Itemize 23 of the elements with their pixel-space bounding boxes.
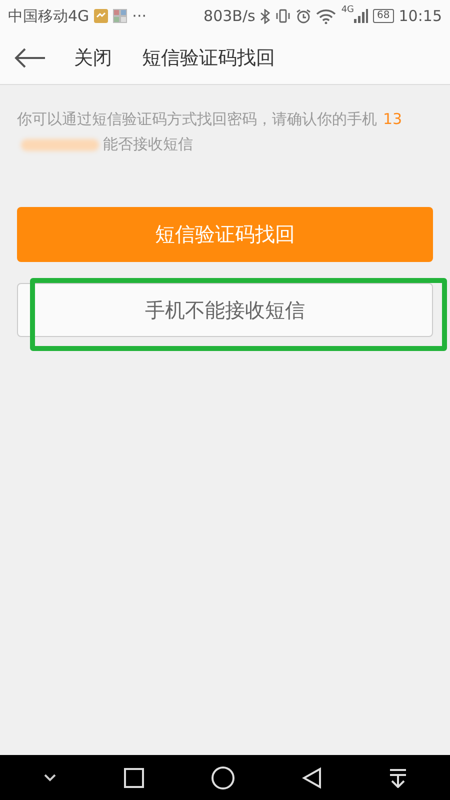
clock: 10:15: [398, 7, 442, 25]
instruction-text: 你可以通过短信验证码方式找回密码，请确认你的手机 13 能否接收短信: [17, 109, 404, 155]
notification-icon: [94, 9, 108, 23]
carrier-name: 中国移动4G: [8, 6, 90, 26]
vibrate-icon: [275, 9, 292, 23]
back-arrow-icon[interactable]: [14, 48, 46, 68]
network-type: 4G: [341, 5, 354, 15]
close-link[interactable]: 关闭: [74, 45, 112, 71]
notification-pull-icon[interactable]: [388, 768, 407, 788]
back-triangle-icon[interactable]: [302, 766, 322, 788]
square-icon[interactable]: [124, 768, 144, 788]
network-speed: 803B/s: [204, 7, 256, 25]
page-title: 短信验证码找回: [142, 46, 275, 71]
wifi-icon: [316, 8, 336, 24]
gallery-icon: [113, 9, 128, 23]
chevron-down-icon[interactable]: [43, 772, 58, 782]
alarm-icon: [296, 8, 312, 24]
bluetooth-icon: [260, 8, 270, 24]
home-circle-icon[interactable]: [210, 766, 235, 790]
more-notifications: ···: [132, 7, 146, 25]
battery-level: 68: [373, 9, 394, 23]
action-button[interactable]: 手机不能接收短信: [17, 283, 433, 337]
signal-icon: [354, 9, 368, 23]
